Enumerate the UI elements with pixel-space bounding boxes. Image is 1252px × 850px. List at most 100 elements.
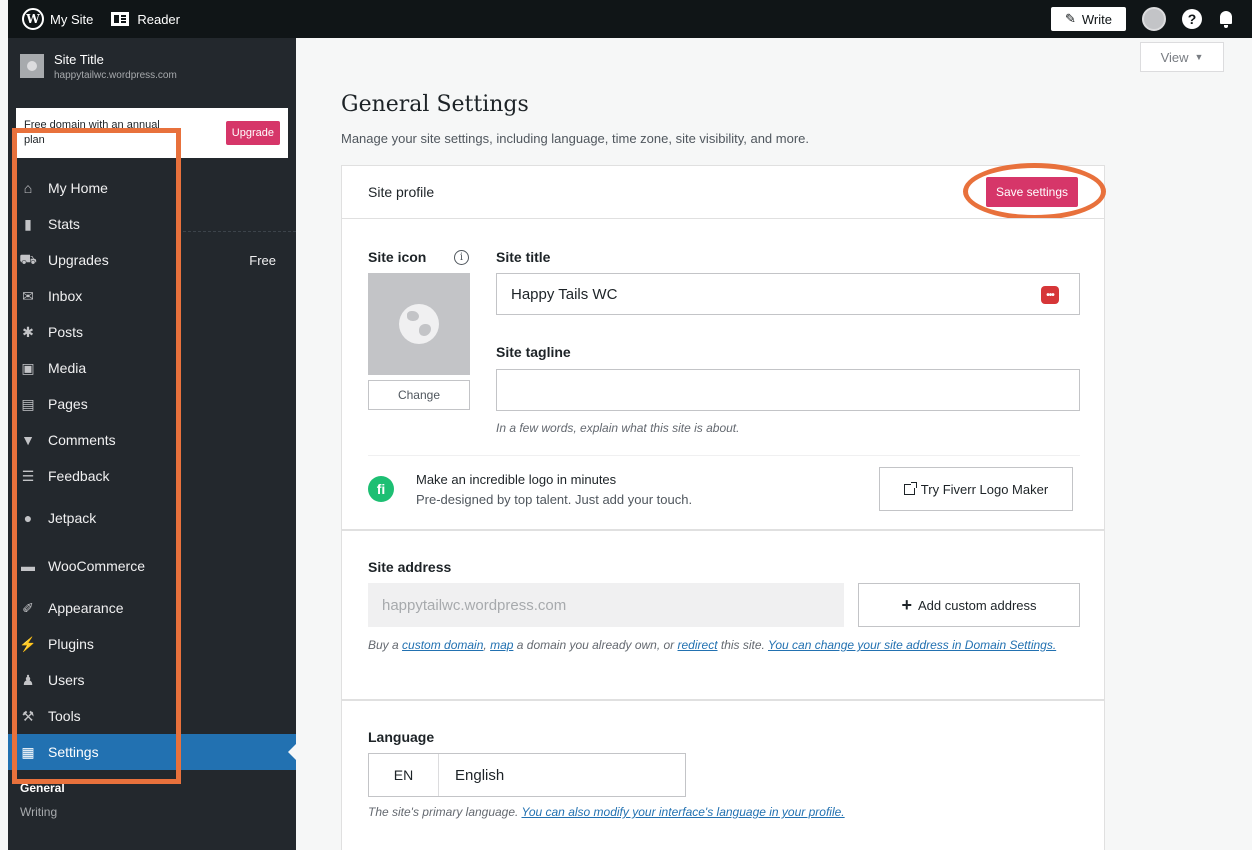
submenu-item-general[interactable]: General [20,776,296,800]
more-options-icon[interactable]: ••• [1041,286,1059,304]
pin-icon: ✱ [22,323,34,340]
mail-icon: ✉ [22,287,34,304]
page-subtitle: Manage your site settings, including lan… [341,131,810,146]
external-link-icon [903,481,917,495]
site-address-card: Site address happytailwc.wordpress.com +… [341,530,1105,700]
site-address-help: Buy a custom domain, map a domain you al… [368,635,1084,655]
site-icon-preview [368,273,470,375]
reader-label: Reader [137,11,180,27]
sidebar-item-label: Comments [48,432,116,448]
sidebar-item-inbox[interactable]: ✉ Inbox [8,278,296,314]
sidebar-item-woocommerce[interactable]: ▬ WooCommerce [8,542,296,590]
add-address-label: Add custom address [918,597,1037,613]
sidebar-item-tools[interactable]: ⚒ Tools [8,698,296,734]
sidebar: Site Title happytailwc.wordpress.com Fre… [8,38,296,850]
write-button[interactable]: ✎ Write [1050,7,1126,31]
site-globe-icon [20,54,44,78]
redirect-link[interactable]: redirect [678,638,718,652]
plug-icon: ⚡ [19,635,37,652]
sidebar-item-label: Stats [48,216,80,232]
sidebar-item-stats[interactable]: ▮ Stats [8,206,296,242]
sidebar-item-plugins[interactable]: ⚡ Plugins [8,626,296,662]
interface-language-link[interactable]: You can also modify your interface's lan… [521,805,844,819]
upgrade-promo: Free domain with an annual plan Upgrade [16,108,288,158]
sidebar-item-posts[interactable]: ✱ Posts [8,314,296,350]
domain-settings-link[interactable]: You can change your site address in Doma… [768,638,1056,652]
language-selector[interactable]: EN English [368,753,686,797]
sidebar-item-jetpack[interactable]: ● Jetpack [8,494,296,542]
sidebar-item-appearance[interactable]: ✐ Appearance [8,590,296,626]
wrench-icon: ⚒ [21,707,35,724]
plus-icon: + [901,595,912,615]
sidebar-item-label: Appearance [48,600,124,616]
help-icon[interactable]: ? [1182,9,1202,29]
map-link[interactable]: map [490,638,513,652]
site-title-label: Site title [496,249,551,265]
language-card: Language EN English The site's primary l… [341,700,1105,850]
reader-icon [111,12,130,26]
sidebar-item-label: Pages [48,396,88,412]
sidebar-item-users[interactable]: ♟ Users [8,662,296,698]
site-address-label: Site address [368,559,452,575]
sidebar-item-label: Upgrades [48,252,109,268]
site-url: happytailwc.wordpress.com [54,70,177,81]
sidebar-item-pages[interactable]: ▤ Pages [8,386,296,422]
help-text: The site's primary language. [368,805,522,819]
my-site-label: My Site [50,11,94,27]
info-icon[interactable]: i [454,250,469,265]
tagline-hint: In a few words, explain what this site i… [496,421,740,435]
submenu-item-writing[interactable]: Writing [20,800,296,824]
reader-link[interactable]: Reader [111,12,180,27]
site-address-value: happytailwc.wordpress.com [382,596,567,614]
sidebar-item-label: Media [48,360,87,376]
site-address-input: happytailwc.wordpress.com [368,583,844,627]
sidebar-item-label: Feedback [48,468,110,484]
sidebar-item-label: Tools [48,708,81,724]
fiverr-promo: fi Make an incredible logo in minutes Pr… [368,455,1080,529]
site-card[interactable]: Site Title happytailwc.wordpress.com [8,38,296,102]
fiverr-subtitle: Pre-designed by top talent. Just add you… [416,492,693,507]
upgrade-button[interactable]: Upgrade [225,121,280,145]
sidebar-item-label: Settings [48,744,99,760]
language-label: Language [368,729,435,745]
sidebar-item-upgrades[interactable]: ⛟ Upgrades Free [8,242,296,278]
fiverr-logo-icon: fi [368,476,394,502]
sidebar-item-label: Plugins [48,636,94,652]
site-tagline-input[interactable] [496,369,1080,411]
my-site-link[interactable]: W My Site [8,0,93,38]
sidebar-item-label: Posts [48,324,84,340]
sidebar-item-feedback[interactable]: ☰ Feedback [8,458,296,494]
avatar[interactable] [1142,7,1166,31]
sidebar-item-my-home[interactable]: ⌂ My Home [8,170,296,206]
cart-icon: ⛟ [19,250,37,267]
site-title-input[interactable]: Happy Tails WC ••• [496,273,1080,315]
sidebar-item-label: WooCommerce [48,558,145,574]
sidebar-item-label: Inbox [48,288,83,304]
globe-icon [399,304,439,344]
woo-icon: ▬ [21,558,35,574]
page-title: General Settings [341,92,529,117]
sidebar-item-settings[interactable]: ▦ Settings [8,734,296,770]
change-icon-button[interactable]: Change [368,380,470,410]
view-label: View [1160,49,1189,65]
settings-submenu: General Writing [8,770,296,824]
sidebar-item-label: Jetpack [48,510,97,526]
sidebar-item-media[interactable]: ▣ Media [8,350,296,386]
help-text: this site. [717,638,768,652]
top-bar: W My Site Reader ✎ Write ? [8,0,1252,38]
comment-icon: ▼ [21,432,35,448]
promo-text: Free domain with an annual plan [24,119,160,146]
jetpack-icon: ● [23,510,33,526]
site-tagline-label: Site tagline [496,344,571,360]
add-custom-address-button[interactable]: + Add custom address [858,583,1080,627]
language-name: English [455,766,505,784]
site-title: Site Title [54,52,104,67]
save-settings-button[interactable]: Save settings [985,177,1078,207]
fiverr-logo-maker-button[interactable]: Try Fiverr Logo Maker [879,467,1073,511]
help-text: Buy a [368,638,403,652]
view-button[interactable]: View ▼ [1140,42,1224,72]
sidebar-item-comments[interactable]: ▼ Comments [8,422,296,458]
notifications-bell-icon[interactable] [1218,9,1234,29]
custom-domain-link[interactable]: custom domain [402,638,483,652]
home-icon: ⌂ [23,180,33,196]
